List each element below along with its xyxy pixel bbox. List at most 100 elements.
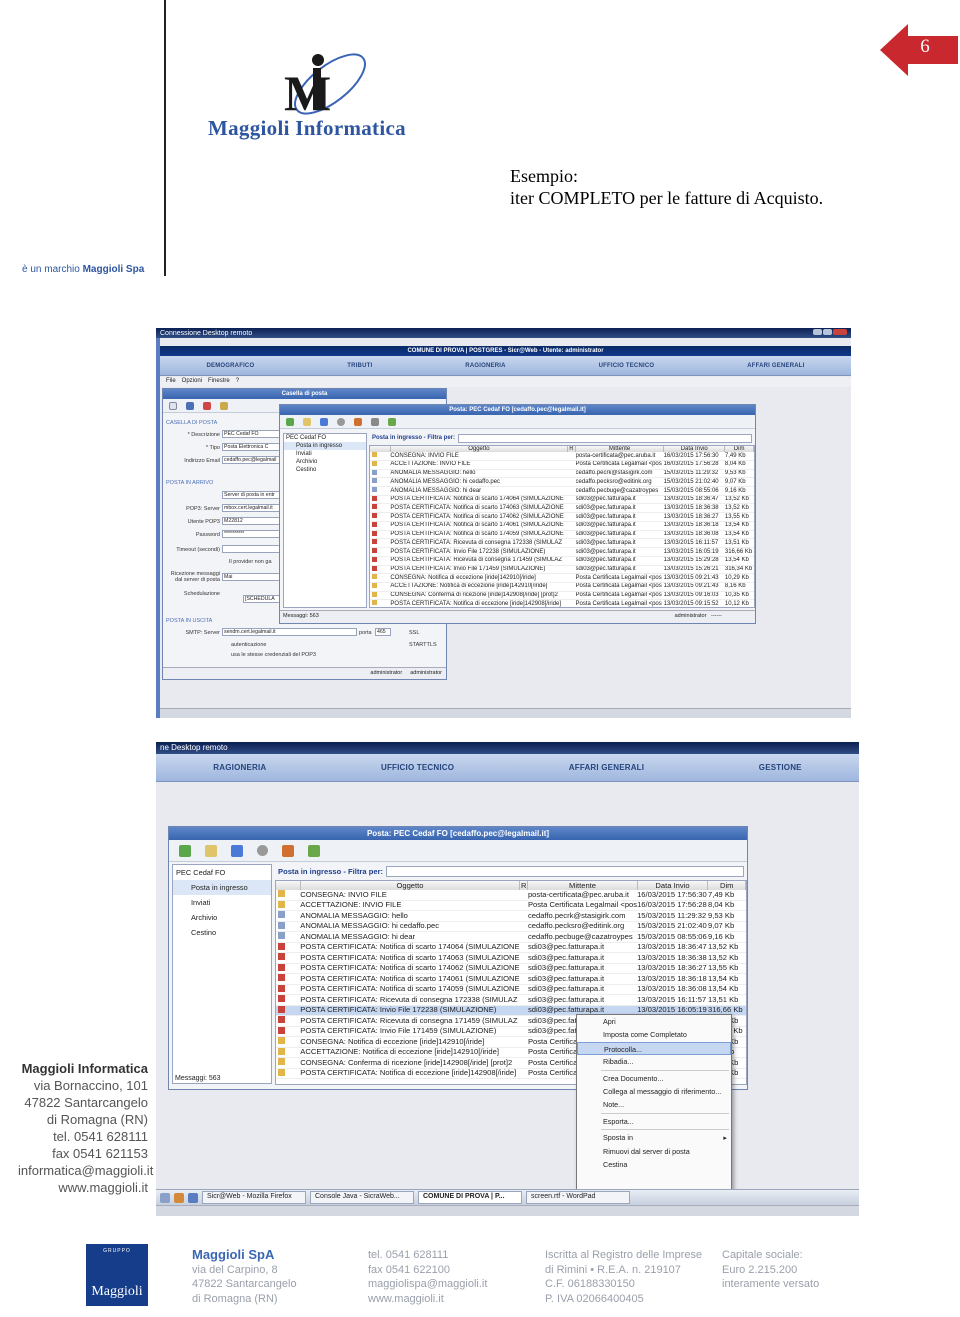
tree-account[interactable]: PEC Cedaf FO [173, 865, 271, 880]
protocol-icon[interactable] [354, 417, 362, 426]
usa-credenziali-checkbox[interactable]: usa le stesse credenziali del POP3 [231, 652, 316, 658]
starttls-checkbox[interactable]: STARTTLS [409, 642, 437, 648]
smtp-field[interactable]: sendm.cert.legalmail.it [222, 628, 357, 636]
stop-icon[interactable] [257, 845, 268, 856]
quicklaunch-icon[interactable] [188, 1192, 198, 1203]
ctx-esporta[interactable]: Esporta... [577, 1115, 731, 1128]
ctx-imposta-completato[interactable]: Imposta come Completato [577, 1028, 731, 1041]
col-mittente[interactable]: Mittente [527, 881, 638, 890]
table-row[interactable]: ACCETTAZIONE: Notifica di eccezione [iri… [370, 582, 754, 592]
nav-affari-generali[interactable]: AFFARI GENERALI [747, 363, 804, 369]
stop-icon[interactable] [337, 417, 345, 426]
tree-archive[interactable]: Archivio [173, 910, 271, 925]
ctx-crea-documento[interactable]: Crea Documento... [577, 1072, 731, 1085]
horizontal-scrollbar[interactable] [160, 708, 851, 718]
autenticazione-checkbox[interactable]: autenticazione [231, 642, 266, 648]
table-row[interactable]: ACCETTAZIONE: INVIO FILE Posta Certificat… [276, 900, 746, 912]
col-oggetto[interactable]: Oggetto [300, 881, 521, 890]
table-row[interactable]: ANOMALIA MESSAGGIO: hello cedaffo.pecrk@s… [276, 910, 746, 922]
descrizione-field[interactable]: PEC Cedaf FO [222, 430, 282, 438]
tree-inbox[interactable]: Posta in ingresso [173, 880, 271, 895]
table-row[interactable]: POSTA CERTIFICATA: Notifica di scarto 17… [370, 512, 754, 522]
table-row[interactable]: POSTA CERTIFICATA: Notifica di scarto 17… [276, 984, 746, 996]
col-r[interactable]: R [519, 881, 529, 890]
table-row[interactable]: POSTA CERTIFICATA: Notifica di scarto 17… [370, 495, 754, 505]
close-icon[interactable] [833, 329, 847, 335]
ctx-rimuovi-server[interactable]: Rimuovi dal server di posta [577, 1145, 731, 1158]
password-field[interactable]: ********** [222, 530, 282, 538]
schedulazione-button[interactable]: [SCHEDULA [243, 595, 283, 603]
task-java-console[interactable]: Console Java - SicraWeb... [310, 1191, 414, 1204]
pop3-field[interactable]: mbox.cert.legalmail.it [222, 504, 282, 512]
table-row[interactable]: ANOMALIA MESSAGGIO: hello cedaffo.pecrk@s… [370, 469, 754, 479]
ctx-note[interactable]: Note... [577, 1098, 731, 1111]
table-row[interactable]: POSTA CERTIFICATA: Ricevuta di consegna … [276, 994, 746, 1006]
nav-demografico[interactable]: DEMOGRAFICO [206, 363, 254, 369]
refresh-icon[interactable] [320, 417, 328, 426]
tipo-server-field[interactable]: Server di posta in entr [222, 491, 282, 499]
table-row[interactable]: POSTA CERTIFICATA: Ricevuta di consegna … [370, 538, 754, 549]
tree-sent[interactable]: Inviati [284, 450, 366, 458]
table-row[interactable]: ANOMALIA MESSAGGIO: hi cedaffo.pec cedaff… [276, 921, 746, 933]
filter-input[interactable] [458, 433, 752, 443]
task-comune[interactable]: COMUNE DI PROVA | P... [418, 1191, 522, 1204]
table-row[interactable]: POSTA CERTIFICATA: Notifica di scarto 17… [276, 973, 746, 985]
table-row[interactable]: POSTA CERTIFICATA: Notifica di scarto 17… [276, 963, 746, 975]
address-web[interactable]: www.maggioli.it [18, 1179, 148, 1196]
ssl-checkbox[interactable]: SSL [409, 630, 419, 636]
menu-finestre[interactable]: Finestre [208, 378, 230, 384]
archive-icon[interactable] [308, 844, 320, 857]
save-icon[interactable] [186, 401, 194, 410]
tree-account[interactable]: PEC Cedaf FO [284, 434, 366, 442]
download-mail-icon[interactable] [179, 844, 191, 857]
col-dim[interactable]: Dim [707, 881, 746, 890]
porta-field[interactable]: 465 [375, 628, 391, 636]
nav-ufficio-tecnico[interactable]: UFFICIO TECNICO [381, 763, 454, 772]
table-row[interactable]: ANOMALIA MESSAGGIO: hi dear cedaffo.pecbu… [276, 931, 746, 943]
table-row[interactable]: POSTA CERTIFICATA: Notifica di scarto 17… [370, 503, 754, 514]
table-row[interactable]: POSTA CERTIFICATA: Notifica di eccezione… [370, 599, 754, 607]
ctx-protocolla[interactable]: Protocolla... [577, 1041, 731, 1056]
tree-trash[interactable]: Cestino [284, 466, 366, 474]
menu-opzioni[interactable]: Opzioni [182, 378, 202, 384]
table-row[interactable]: POSTA CERTIFICATA: Notifica di scarto 17… [276, 942, 746, 954]
table-row[interactable]: CONSEGNA: INVIO FILE posta-certificata@pe… [370, 452, 754, 461]
archive-icon[interactable] [371, 417, 379, 426]
tree-trash[interactable]: Cestino [173, 925, 271, 940]
download-mail-icon[interactable] [286, 417, 294, 426]
ctx-cestina[interactable]: Cestina [577, 1158, 731, 1171]
table-row[interactable]: CONSEGNA: Conferma di ricezione [iride]1… [370, 591, 754, 601]
compose-icon[interactable] [205, 844, 217, 857]
edit-icon[interactable] [220, 401, 228, 410]
table-row[interactable]: CONSEGNA: Notifica di eccezione [iride]1… [370, 573, 754, 583]
nav-ufficio-tecnico[interactable]: UFFICIO TECNICO [599, 363, 655, 369]
tipo-field[interactable]: Posta Elettronica C [222, 443, 282, 451]
refresh-icon[interactable] [231, 844, 243, 857]
filter-input[interactable] [386, 865, 744, 877]
table-row[interactable]: ACCETTAZIONE: INVIO FILE Posta Certificat… [370, 460, 754, 470]
ricezione-select[interactable]: Mai [222, 573, 282, 581]
minimize-icon[interactable] [813, 329, 822, 335]
nav-ragioneria[interactable]: RAGIONERIA [213, 763, 266, 772]
nav-gestione[interactable]: GESTIONE [759, 763, 802, 772]
task-firefox[interactable]: Sicr@Web - Mozilla Firefox [202, 1191, 306, 1204]
compose-icon[interactable] [303, 417, 311, 426]
table-row[interactable]: POSTA CERTIFICATA: Notifica di scarto 17… [370, 530, 754, 540]
timeout-field[interactable] [222, 545, 282, 553]
tree-inbox[interactable]: Posta in ingresso [284, 442, 366, 450]
col-icons[interactable] [276, 881, 301, 890]
quicklaunch-icon[interactable] [174, 1192, 184, 1203]
nav-ragioneria[interactable]: RAGIONERIA [465, 363, 505, 369]
tree-sent[interactable]: Inviati [173, 895, 271, 910]
forward-icon[interactable] [388, 417, 396, 426]
nav-tributi[interactable]: TRIBUTI [347, 363, 372, 369]
quicklaunch-icon[interactable] [160, 1192, 170, 1203]
horizontal-scrollbar[interactable] [156, 1205, 859, 1216]
col-data-invio[interactable]: Data Invio [637, 881, 709, 890]
table-row[interactable]: POSTA CERTIFICATA: Notifica di scarto 17… [276, 952, 746, 964]
tree-archive[interactable]: Archivio [284, 458, 366, 466]
table-row[interactable]: ANOMALIA MESSAGGIO: hi dear cedaffo.pecbu… [370, 486, 754, 496]
menu-help[interactable]: ? [236, 378, 239, 384]
task-wordpad[interactable]: screen.rtf - WordPad [526, 1191, 630, 1204]
table-row[interactable]: POSTA CERTIFICATA: Ricevuta di consegna … [370, 556, 754, 566]
